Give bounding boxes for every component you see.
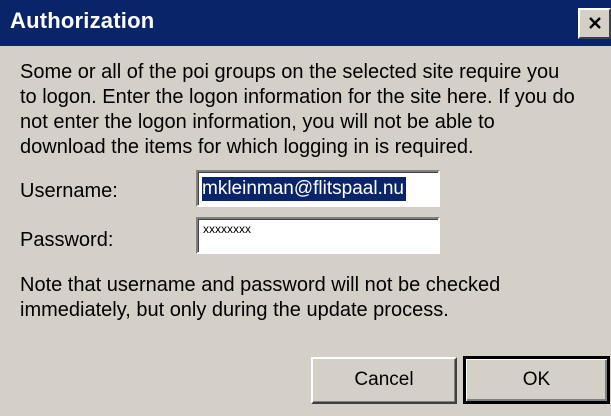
close-icon bbox=[589, 17, 601, 29]
username-label: Username: bbox=[20, 180, 118, 202]
username-value: mkleinman@flitspaal.nu bbox=[202, 177, 406, 201]
note-line: immediately, but only during the update … bbox=[20, 299, 449, 321]
message-line: not enter the logon information, you wil… bbox=[20, 111, 495, 133]
ok-button[interactable]: OK bbox=[463, 356, 610, 404]
message-line: to logon. Enter the logon information fo… bbox=[20, 86, 575, 108]
cancel-button[interactable]: Cancel bbox=[311, 357, 457, 404]
note-line: Note that username and password will not… bbox=[20, 274, 501, 296]
authorization-dialog: Authorization Some or all of the poi gro… bbox=[0, 0, 611, 416]
password-value: xxxxxxxx bbox=[203, 222, 251, 236]
note-message: Note that username and password will not… bbox=[20, 273, 500, 323]
close-button[interactable] bbox=[578, 8, 611, 39]
password-field[interactable]: xxxxxxxx bbox=[196, 217, 440, 254]
instructions-message: Some or all of the poi groups on the sel… bbox=[20, 60, 575, 160]
message-line: Some or all of the poi groups on the sel… bbox=[20, 61, 560, 83]
username-field[interactable]: mkleinman@flitspaal.nu bbox=[196, 170, 440, 207]
title-bar[interactable]: Authorization bbox=[0, 0, 611, 46]
message-line: download the items for which logging in … bbox=[20, 136, 474, 158]
password-label: Password: bbox=[20, 229, 114, 251]
dialog-title: Authorization bbox=[10, 8, 155, 33]
